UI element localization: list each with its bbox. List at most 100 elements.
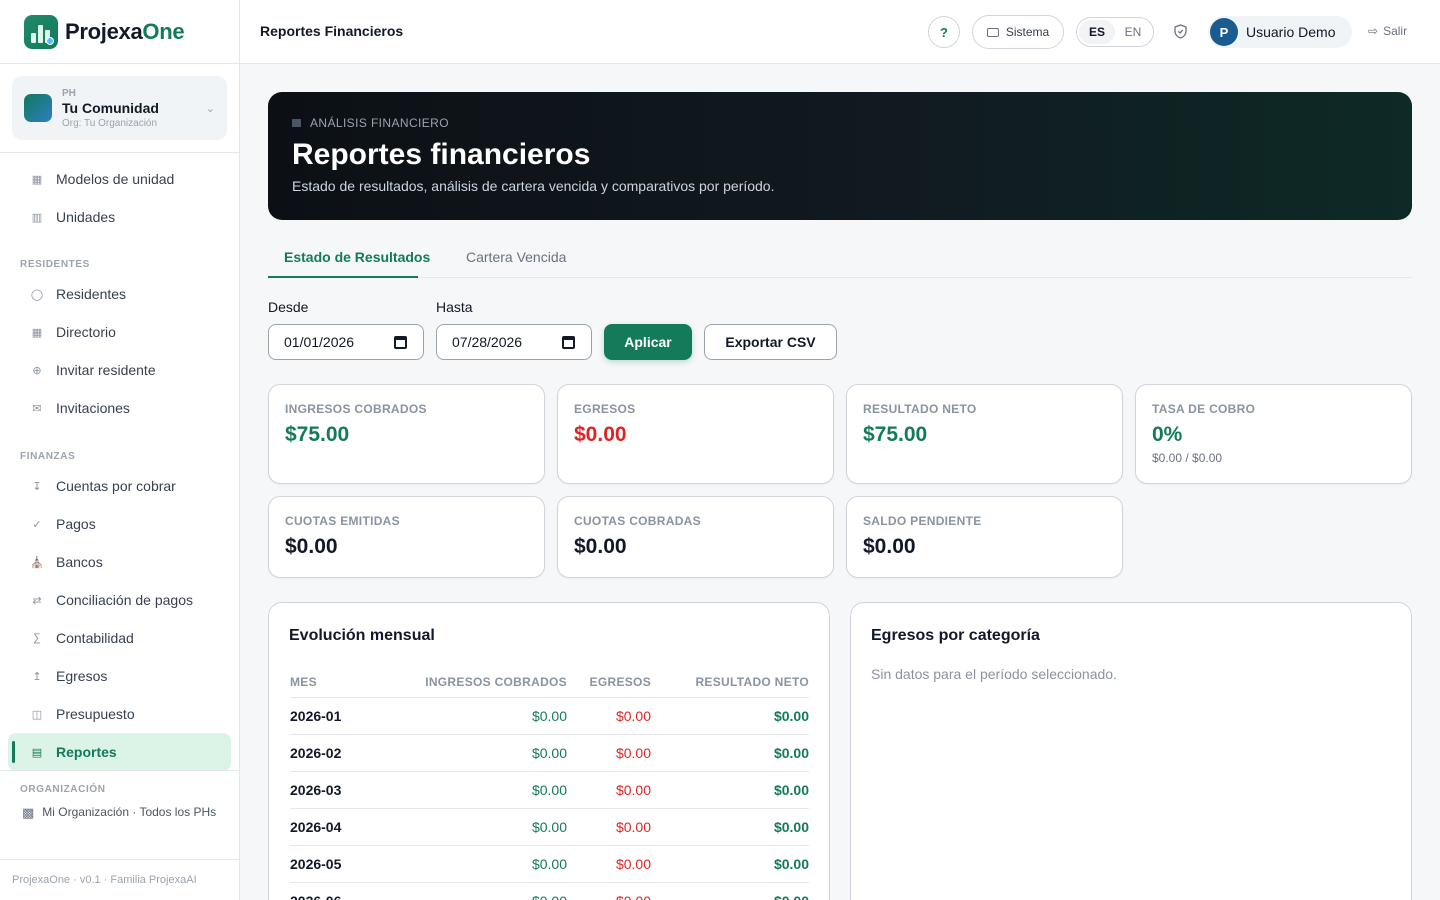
- sidebar-item-cuentas-por-cobrar[interactable]: ↧ Cuentas por cobrar: [8, 467, 231, 505]
- report-tabs: Estado de Resultados Cartera Vencida: [268, 240, 1412, 278]
- topbar: Reportes Financieros ? Sistema ES EN P U…: [240, 0, 1440, 64]
- table-header-row: MES INGRESOS COBRADOS EGRESOS RESULTADO …: [290, 667, 809, 698]
- table-row: 2026-01 $0.00 $0.00 $0.00: [290, 697, 809, 735]
- user-menu[interactable]: P Usuario Demo: [1208, 16, 1352, 48]
- hero-banner: ANÁLISIS FINANCIERO Reportes financieros…: [268, 92, 1412, 220]
- from-date-input[interactable]: 01/01/2026: [268, 324, 424, 360]
- sigma-icon: ∑: [33, 632, 41, 644]
- page-title: Reportes Financieros: [260, 23, 404, 39]
- bank-icon: ⛪: [30, 556, 44, 569]
- kpi-card-tasa-de-cobro: TASA DE COBRO 0% $0.00 / $0.00: [1135, 384, 1412, 484]
- community-org: Org: Tu Organización: [62, 117, 158, 129]
- brand-name: ProjexaOne: [65, 18, 185, 44]
- theme-system-button[interactable]: Sistema: [972, 15, 1064, 49]
- monthly-table: MES INGRESOS COBRADOS EGRESOS RESULTADO …: [290, 667, 809, 900]
- kpi-value: $0.00: [285, 535, 338, 558]
- tab-cartera-vencida[interactable]: Cartera Vencida: [466, 249, 566, 265]
- sidebar-item-contabilidad[interactable]: ∑ Contabilidad: [8, 619, 231, 657]
- list-icon: ▦: [31, 326, 43, 339]
- kpi-value: $0.00: [574, 535, 627, 558]
- organization-item[interactable]: ▩ Mi Organización · Todos los PHs: [0, 805, 239, 820]
- table-row: 2026-04 $0.00 $0.00 $0.00: [290, 808, 809, 846]
- lang-en-option[interactable]: EN: [1115, 20, 1151, 44]
- hero-kicker: ANÁLISIS FINANCIERO: [292, 116, 449, 130]
- col-resultado-neto[interactable]: RESULTADO NETO: [651, 667, 809, 698]
- table-row: 2026-03 $0.00 $0.00 $0.00: [290, 771, 809, 809]
- to-label: Hasta: [436, 299, 473, 315]
- sidebar-item-presupuesto[interactable]: ◫ Presupuesto: [8, 695, 231, 733]
- help-button[interactable]: ?: [928, 16, 960, 48]
- table-row: 2026-06 $0.00 $0.00 $0.00: [290, 882, 809, 900]
- table-row: 2026-05 $0.00 $0.00 $0.00: [290, 845, 809, 883]
- sidebar-item-pagos[interactable]: ✓ Pagos: [8, 505, 231, 543]
- apply-button[interactable]: Aplicar: [604, 324, 692, 360]
- user-name: Usuario Demo: [1246, 24, 1336, 40]
- kpi-card-saldo-pendiente: SALDO PENDIENTE $0.00: [846, 496, 1123, 578]
- kpi-value: $0.00: [863, 535, 916, 558]
- sidebar-item-unidades[interactable]: ▥ Unidades: [8, 198, 231, 236]
- section-finanzas: FINANZAS: [20, 451, 76, 462]
- kpi-value: $0.00: [574, 423, 627, 446]
- sidebar-item-egresos[interactable]: ↥ Egresos: [8, 657, 231, 695]
- avatar: P: [1210, 18, 1238, 46]
- swap-icon: ⇄: [32, 594, 42, 607]
- sidebar-item-invitaciones[interactable]: ✉ Invitaciones: [8, 389, 231, 427]
- sidebar-item-directorio[interactable]: ▦ Directorio: [8, 313, 231, 351]
- panel-title: Evolución mensual: [289, 627, 435, 644]
- kpi-card-resultado-neto: RESULTADO NETO $75.00: [846, 384, 1123, 484]
- kpi-card-cuotas-emitidas: CUOTAS EMITIDAS $0.00: [268, 496, 545, 578]
- language-toggle: ES EN: [1076, 17, 1154, 47]
- kpi-value: 0%: [1152, 423, 1183, 446]
- calendar-icon[interactable]: [394, 336, 407, 349]
- kpi-card-egresos: EGRESOS $0.00: [557, 384, 834, 484]
- sidebar-item-bancos[interactable]: ⛪ Bancos: [8, 543, 231, 581]
- hero-subtitle: Estado de resultados, análisis de carter…: [292, 178, 775, 194]
- receivable-icon: ↧: [32, 480, 42, 493]
- export-csv-button[interactable]: Exportar CSV: [704, 324, 837, 360]
- community-tag: PH: [62, 87, 76, 99]
- to-date-input[interactable]: 07/28/2026: [436, 324, 592, 360]
- sidebar-footer: ProjexaOne · v0.1 · Familia ProjexaAI: [0, 859, 239, 900]
- kpi-subtext: $0.00 / $0.00: [1152, 451, 1223, 465]
- kpi-value: $75.00: [285, 423, 350, 446]
- sidebar-item-reportes[interactable]: ▤ Reportes: [8, 733, 231, 771]
- col-ingresos[interactable]: INGRESOS COBRADOS: [410, 667, 567, 698]
- brand[interactable]: ProjexaOne: [0, 0, 239, 64]
- chart-icon: [292, 119, 301, 127]
- sidebar-item-residentes[interactable]: ◯ Residentes: [8, 275, 231, 313]
- tab-estado-de-resultados[interactable]: Estado de Resultados: [284, 249, 430, 265]
- panel-title: Egresos por categoría: [871, 627, 1040, 644]
- community-selector[interactable]: PH Tu Comunidad Org: Tu Organización ⌄: [12, 76, 227, 140]
- monitor-icon: [986, 27, 999, 37]
- sidebar-divider: [0, 152, 239, 153]
- logout-button[interactable]: ⇨ Salir: [1368, 24, 1407, 38]
- logout-icon: ⇨: [1368, 24, 1379, 38]
- community-icon: [24, 94, 52, 122]
- shield-icon[interactable]: [1174, 24, 1187, 39]
- user-icon: ◯: [30, 288, 44, 301]
- building-icon: ▥: [31, 211, 43, 224]
- section-residentes: RESIDENTES: [20, 259, 90, 270]
- sidebar-item-modelos-de-unidad[interactable]: ▦ Modelos de unidad: [8, 160, 231, 198]
- active-tab-indicator: [268, 276, 418, 278]
- community-name: Tu Comunidad: [62, 99, 159, 116]
- kpi-card-ingresos: INGRESOS COBRADOS $75.00: [268, 384, 545, 484]
- check-icon: ✓: [32, 518, 42, 531]
- sidebar-nav: ▦ Modelos de unidad ▥ Unidades RESIDENTE…: [0, 160, 239, 771]
- col-mes[interactable]: MES: [290, 667, 410, 698]
- empty-state-message: Sin datos para el período seleccionado.: [871, 666, 1117, 682]
- building-icon: ▩: [22, 805, 35, 820]
- monthly-evolution-panel: Evolución mensual MES INGRESOS COBRADOS …: [268, 602, 830, 900]
- lang-es-option[interactable]: ES: [1079, 20, 1115, 44]
- report-icon: ▤: [31, 746, 43, 759]
- kpi-value: $75.00: [863, 423, 928, 446]
- budget-icon: ◫: [31, 708, 43, 721]
- calendar-icon[interactable]: [562, 336, 575, 349]
- sidebar: ProjexaOne PH Tu Comunidad Org: Tu Organ…: [0, 0, 240, 900]
- grid-icon: ▦: [31, 173, 43, 186]
- chevron-down-icon: ⌄: [205, 103, 215, 115]
- col-egresos[interactable]: EGRESOS: [567, 667, 651, 698]
- sidebar-item-invitar-residente[interactable]: ⊕ Invitar residente: [8, 351, 231, 389]
- hero-title: Reportes financieros: [292, 138, 591, 171]
- sidebar-item-conciliacion[interactable]: ⇄ Conciliación de pagos: [8, 581, 231, 619]
